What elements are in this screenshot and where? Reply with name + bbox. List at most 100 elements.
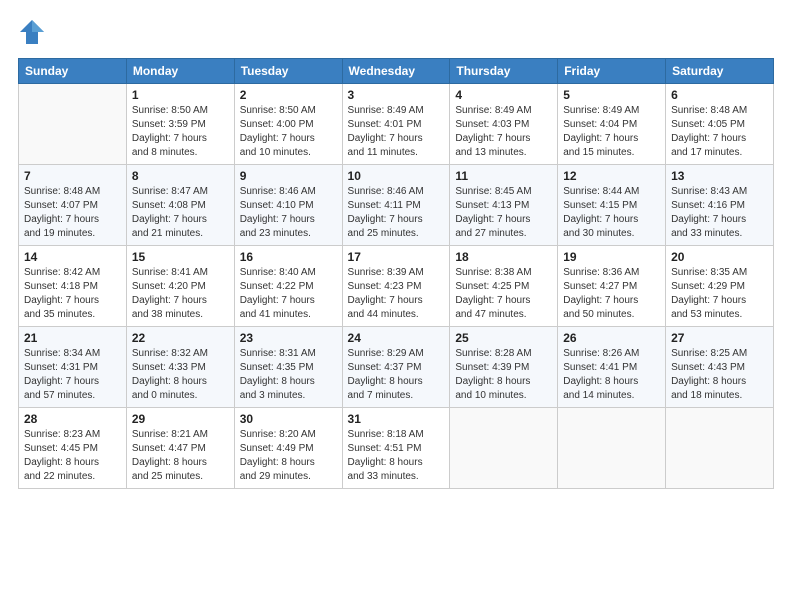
- day-info: Sunrise: 8:18 AM Sunset: 4:51 PM Dayligh…: [348, 428, 445, 484]
- day-number: 17: [348, 250, 445, 264]
- day-number: 27: [671, 331, 768, 345]
- day-number: 10: [348, 169, 445, 183]
- calendar-cell: 20Sunrise: 8:35 AM Sunset: 4:29 PM Dayli…: [666, 246, 774, 327]
- day-info: Sunrise: 8:39 AM Sunset: 4:23 PM Dayligh…: [348, 266, 445, 322]
- day-info: Sunrise: 8:47 AM Sunset: 4:08 PM Dayligh…: [132, 185, 229, 241]
- header-day-sunday: Sunday: [19, 59, 127, 84]
- day-info: Sunrise: 8:50 AM Sunset: 3:59 PM Dayligh…: [132, 104, 229, 160]
- day-info: Sunrise: 8:48 AM Sunset: 4:07 PM Dayligh…: [24, 185, 121, 241]
- day-info: Sunrise: 8:20 AM Sunset: 4:49 PM Dayligh…: [240, 428, 337, 484]
- page: SundayMondayTuesdayWednesdayThursdayFrid…: [0, 0, 792, 612]
- day-number: 9: [240, 169, 337, 183]
- calendar-cell: 31 Sunrise: 8:18 AM Sunset: 4:51 PM Dayli…: [342, 408, 450, 489]
- day-number: 12: [563, 169, 660, 183]
- day-number: 30: [240, 412, 337, 426]
- header-day-thursday: Thursday: [450, 59, 558, 84]
- header: [18, 18, 774, 46]
- day-number: 20: [671, 250, 768, 264]
- day-info: Sunrise: 8:29 AM Sunset: 4:37 PM Dayligh…: [348, 347, 445, 403]
- day-number: 7: [24, 169, 121, 183]
- calendar-cell: 19 Sunrise: 8:36 AM Sunset: 4:27 PM Dayli…: [558, 246, 666, 327]
- day-info: Sunrise: 8:34 AM Sunset: 4:31 PM Dayligh…: [24, 347, 121, 403]
- calendar-cell: 10 Sunrise: 8:46 AM Sunset: 4:11 PM Dayli…: [342, 165, 450, 246]
- header-row: SundayMondayTuesdayWednesdayThursdayFrid…: [19, 59, 774, 84]
- calendar-cell: 6Sunrise: 8:48 AM Sunset: 4:05 PM Daylig…: [666, 84, 774, 165]
- calendar-cell: 28 Sunrise: 8:23 AM Sunset: 4:45 PM Dayli…: [19, 408, 127, 489]
- header-day-wednesday: Wednesday: [342, 59, 450, 84]
- day-info: Sunrise: 8:31 AM Sunset: 4:35 PM Dayligh…: [240, 347, 337, 403]
- calendar-cell: 21Sunrise: 8:34 AM Sunset: 4:31 PM Dayli…: [19, 327, 127, 408]
- day-info: Sunrise: 8:25 AM Sunset: 4:43 PM Dayligh…: [671, 347, 768, 403]
- day-number: 4: [455, 88, 552, 102]
- calendar-cell: [450, 408, 558, 489]
- calendar-cell: 27 Sunrise: 8:25 AM Sunset: 4:43 PM Dayli…: [666, 327, 774, 408]
- calendar-cell: 4 Sunrise: 8:49 AM Sunset: 4:03 PM Daylig…: [450, 84, 558, 165]
- day-number: 18: [455, 250, 552, 264]
- day-info: Sunrise: 8:21 AM Sunset: 4:47 PM Dayligh…: [132, 428, 229, 484]
- calendar-body: 1 Sunrise: 8:50 AM Sunset: 3:59 PM Daylig…: [19, 84, 774, 489]
- day-number: 8: [132, 169, 229, 183]
- day-info: Sunrise: 8:45 AM Sunset: 4:13 PM Dayligh…: [455, 185, 552, 241]
- calendar-header: SundayMondayTuesdayWednesdayThursdayFrid…: [19, 59, 774, 84]
- calendar-cell: 9 Sunrise: 8:46 AM Sunset: 4:10 PM Daylig…: [234, 165, 342, 246]
- calendar: SundayMondayTuesdayWednesdayThursdayFrid…: [18, 58, 774, 489]
- day-info: Sunrise: 8:36 AM Sunset: 4:27 PM Dayligh…: [563, 266, 660, 322]
- day-info: Sunrise: 8:49 AM Sunset: 4:03 PM Dayligh…: [455, 104, 552, 160]
- day-number: 15: [132, 250, 229, 264]
- logo: [18, 18, 50, 46]
- calendar-cell: 17 Sunrise: 8:39 AM Sunset: 4:23 PM Dayli…: [342, 246, 450, 327]
- calendar-cell: 8 Sunrise: 8:47 AM Sunset: 4:08 PM Daylig…: [126, 165, 234, 246]
- day-info: Sunrise: 8:50 AM Sunset: 4:00 PM Dayligh…: [240, 104, 337, 160]
- day-info: Sunrise: 8:44 AM Sunset: 4:15 PM Dayligh…: [563, 185, 660, 241]
- day-number: 11: [455, 169, 552, 183]
- calendar-cell: 2 Sunrise: 8:50 AM Sunset: 4:00 PM Daylig…: [234, 84, 342, 165]
- day-number: 5: [563, 88, 660, 102]
- day-info: Sunrise: 8:42 AM Sunset: 4:18 PM Dayligh…: [24, 266, 121, 322]
- calendar-cell: 14 Sunrise: 8:42 AM Sunset: 4:18 PM Dayli…: [19, 246, 127, 327]
- day-info: Sunrise: 8:40 AM Sunset: 4:22 PM Dayligh…: [240, 266, 337, 322]
- calendar-cell: 29 Sunrise: 8:21 AM Sunset: 4:47 PM Dayli…: [126, 408, 234, 489]
- day-info: Sunrise: 8:46 AM Sunset: 4:10 PM Dayligh…: [240, 185, 337, 241]
- day-info: Sunrise: 8:28 AM Sunset: 4:39 PM Dayligh…: [455, 347, 552, 403]
- day-info: Sunrise: 8:48 AM Sunset: 4:05 PM Dayligh…: [671, 104, 768, 160]
- calendar-cell: 26Sunrise: 8:26 AM Sunset: 4:41 PM Dayli…: [558, 327, 666, 408]
- day-number: 13: [671, 169, 768, 183]
- day-info: Sunrise: 8:38 AM Sunset: 4:25 PM Dayligh…: [455, 266, 552, 322]
- calendar-cell: 23Sunrise: 8:31 AM Sunset: 4:35 PM Dayli…: [234, 327, 342, 408]
- day-number: 14: [24, 250, 121, 264]
- header-day-saturday: Saturday: [666, 59, 774, 84]
- calendar-cell: 1 Sunrise: 8:50 AM Sunset: 3:59 PM Daylig…: [126, 84, 234, 165]
- day-info: Sunrise: 8:43 AM Sunset: 4:16 PM Dayligh…: [671, 185, 768, 241]
- logo-icon: [18, 18, 46, 46]
- calendar-cell: [19, 84, 127, 165]
- calendar-cell: [666, 408, 774, 489]
- day-number: 31: [348, 412, 445, 426]
- calendar-cell: 22Sunrise: 8:32 AM Sunset: 4:33 PM Dayli…: [126, 327, 234, 408]
- day-number: 3: [348, 88, 445, 102]
- calendar-cell: 24Sunrise: 8:29 AM Sunset: 4:37 PM Dayli…: [342, 327, 450, 408]
- calendar-cell: 16 Sunrise: 8:40 AM Sunset: 4:22 PM Dayli…: [234, 246, 342, 327]
- day-info: Sunrise: 8:41 AM Sunset: 4:20 PM Dayligh…: [132, 266, 229, 322]
- day-info: Sunrise: 8:32 AM Sunset: 4:33 PM Dayligh…: [132, 347, 229, 403]
- calendar-cell: [558, 408, 666, 489]
- day-info: Sunrise: 8:46 AM Sunset: 4:11 PM Dayligh…: [348, 185, 445, 241]
- day-number: 28: [24, 412, 121, 426]
- calendar-cell: 3 Sunrise: 8:49 AM Sunset: 4:01 PM Daylig…: [342, 84, 450, 165]
- header-day-friday: Friday: [558, 59, 666, 84]
- week-row-4: 21Sunrise: 8:34 AM Sunset: 4:31 PM Dayli…: [19, 327, 774, 408]
- calendar-cell: 5 Sunrise: 8:49 AM Sunset: 4:04 PM Daylig…: [558, 84, 666, 165]
- day-number: 25: [455, 331, 552, 345]
- calendar-cell: 18 Sunrise: 8:38 AM Sunset: 4:25 PM Dayli…: [450, 246, 558, 327]
- day-number: 29: [132, 412, 229, 426]
- day-number: 1: [132, 88, 229, 102]
- day-info: Sunrise: 8:23 AM Sunset: 4:45 PM Dayligh…: [24, 428, 121, 484]
- day-info: Sunrise: 8:49 AM Sunset: 4:04 PM Dayligh…: [563, 104, 660, 160]
- day-number: 16: [240, 250, 337, 264]
- day-info: Sunrise: 8:26 AM Sunset: 4:41 PM Dayligh…: [563, 347, 660, 403]
- day-number: 2: [240, 88, 337, 102]
- calendar-cell: 15 Sunrise: 8:41 AM Sunset: 4:20 PM Dayli…: [126, 246, 234, 327]
- day-info: Sunrise: 8:49 AM Sunset: 4:01 PM Dayligh…: [348, 104, 445, 160]
- day-number: 19: [563, 250, 660, 264]
- calendar-cell: 7 Sunrise: 8:48 AM Sunset: 4:07 PM Daylig…: [19, 165, 127, 246]
- calendar-cell: 12 Sunrise: 8:44 AM Sunset: 4:15 PM Dayli…: [558, 165, 666, 246]
